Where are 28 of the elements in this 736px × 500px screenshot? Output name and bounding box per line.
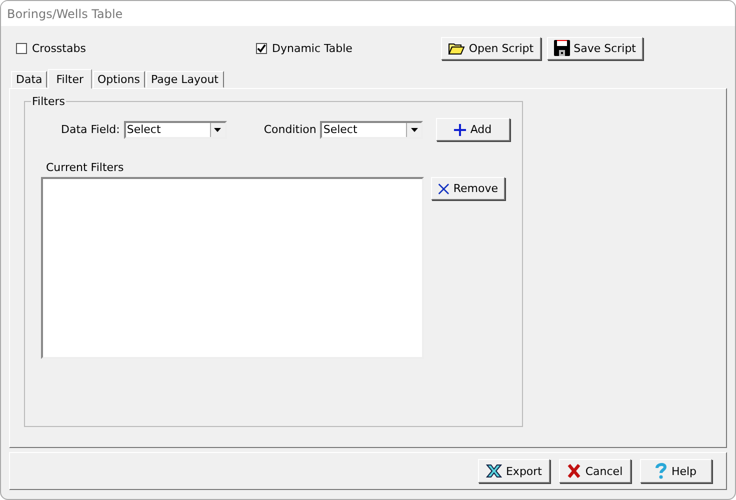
- checkbox-option[interactable]: Crosstabs: [16, 42, 256, 54]
- open-script-button[interactable]: Open Script: [440, 36, 541, 60]
- folder-icon: [448, 42, 465, 54]
- cancel-button[interactable]: Cancel: [559, 459, 631, 483]
- condition-dropdown[interactable]: Select: [320, 120, 424, 138]
- save-script-button[interactable]: Save Script: [546, 36, 643, 60]
- tab[interactable]: Options: [92, 71, 145, 88]
- checkbox[interactable]: [16, 42, 27, 54]
- window-title: Borings/Wells Table: [7, 6, 123, 20]
- field-label: Condition: [264, 123, 316, 136]
- field-label: Data Field:: [61, 123, 120, 136]
- export-button[interactable]: Export: [478, 459, 550, 483]
- plus-icon: [454, 124, 466, 136]
- group-title: Filters: [31, 95, 66, 108]
- tab[interactable]: Data: [11, 71, 48, 88]
- data-field-dropdown[interactable]: Select: [124, 120, 227, 138]
- help-button[interactable]: Help: [640, 459, 712, 483]
- cross-icon: [567, 464, 582, 478]
- cross-icon: [438, 182, 450, 196]
- remove-button[interactable]: Remove: [431, 177, 505, 200]
- question-mark-icon: [655, 463, 668, 479]
- checkbox[interactable]: [256, 42, 267, 54]
- add-button[interactable]: Add: [436, 118, 510, 141]
- tab[interactable]: Page Layout: [146, 71, 224, 88]
- tab[interactable]: Filter: [48, 69, 92, 89]
- x-logo-icon: [486, 464, 502, 478]
- checkbox-option[interactable]: Dynamic Table: [256, 42, 352, 54]
- list-label: Current Filters: [46, 161, 125, 174]
